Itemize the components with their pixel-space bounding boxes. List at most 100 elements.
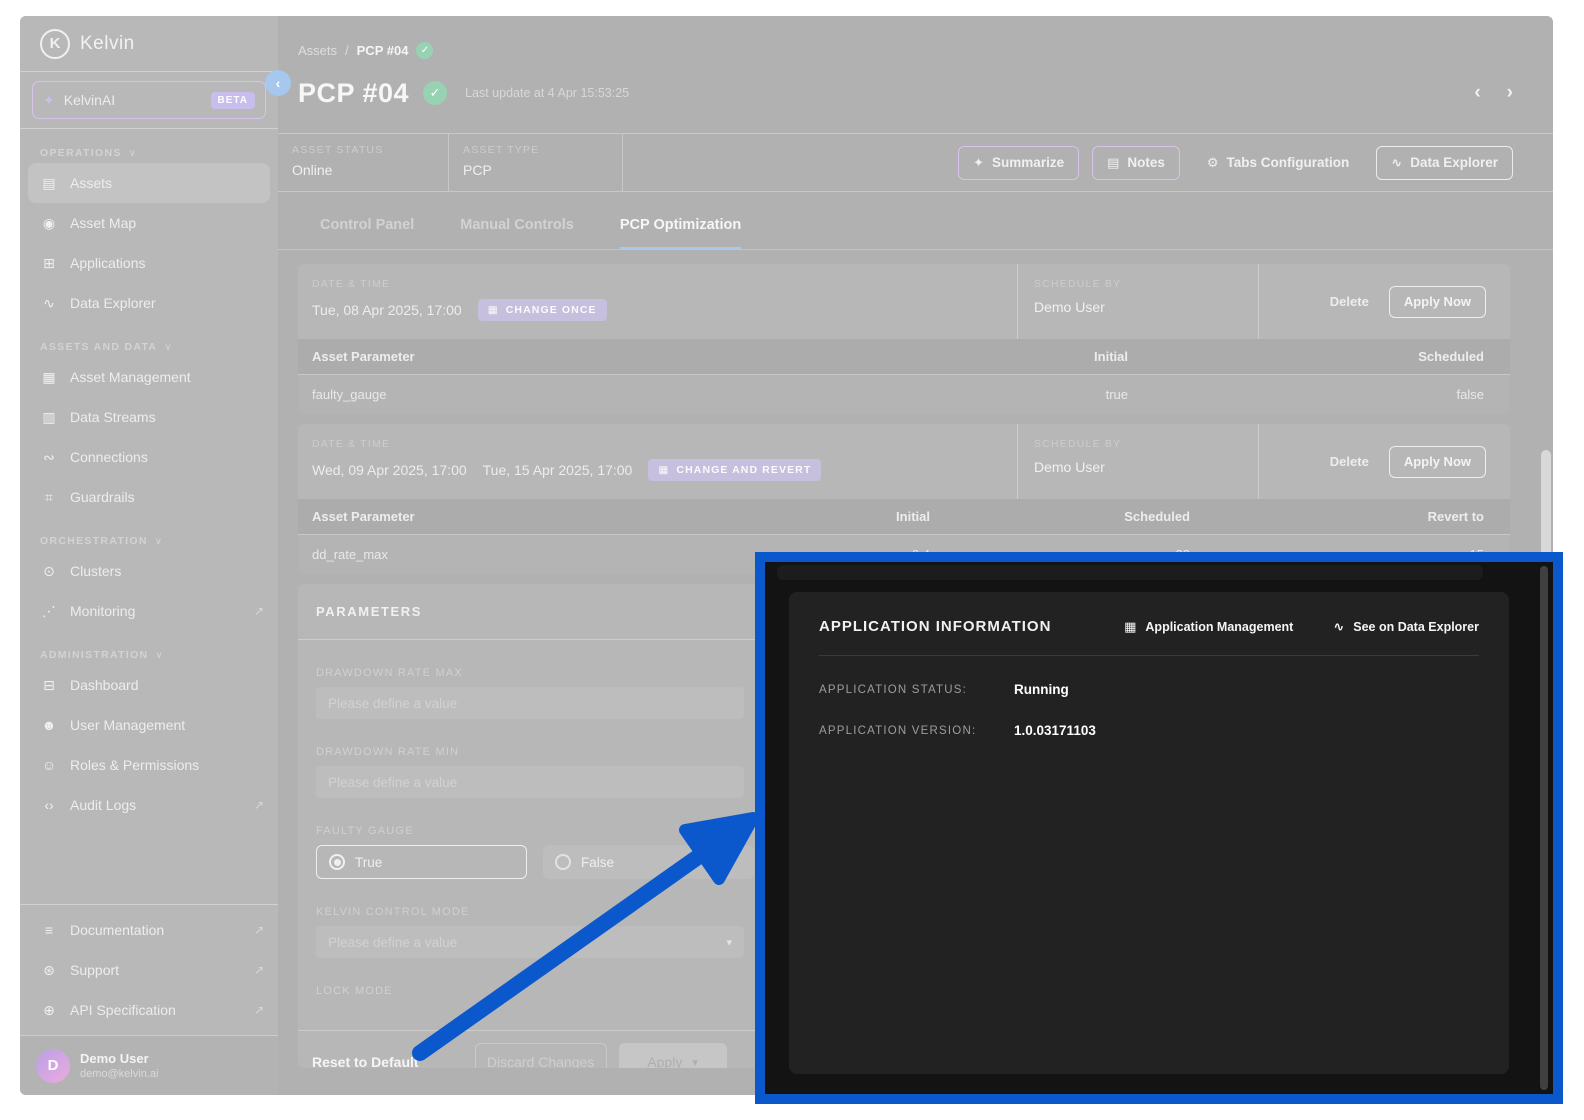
audit-logs-icon: ‹› xyxy=(40,797,58,813)
documentation-icon: ≡ xyxy=(40,922,58,938)
next-asset-button[interactable]: › xyxy=(1507,82,1513,104)
tab-control-panel[interactable]: Control Panel xyxy=(320,217,414,250)
sidebar-item-user-management[interactable]: ☻User Management xyxy=(20,705,278,745)
popup-scrollbar-thumb[interactable] xyxy=(1540,566,1548,1090)
sidebar-item-assets[interactable]: ▤Assets xyxy=(28,163,270,203)
delete-button[interactable]: Delete xyxy=(1330,294,1369,309)
sidebar-item-audit-logs[interactable]: ‹›Audit Logs↗ xyxy=(20,785,278,825)
data-explorer-button[interactable]: ∿ Data Explorer xyxy=(1376,146,1513,180)
prev-asset-button[interactable]: ‹ xyxy=(1474,82,1480,104)
tab-manual-controls[interactable]: Manual Controls xyxy=(460,217,574,250)
user-profile[interactable]: D Demo User demo@kelvin.ai xyxy=(20,1035,278,1095)
sidebar-item-data-explorer[interactable]: ∿ Data Explorer xyxy=(20,283,278,323)
sidebar-section-operations[interactable]: OPERATIONS∨ xyxy=(20,129,278,163)
drawdown-rate-min-input[interactable]: Please define a value xyxy=(316,766,744,798)
popup-link-see-on-data-explorer[interactable]: ∿See on Data Explorer xyxy=(1333,619,1479,635)
sidebar-item-documentation[interactable]: ≡Documentation↗ xyxy=(20,910,278,950)
sidebar-item-label: Asset Management xyxy=(70,369,191,385)
sidebar-spacer xyxy=(20,825,278,904)
tab-bar: Control Panel Manual Controls PCP Optimiza… xyxy=(278,192,1553,250)
sidebar-item-label: Dashboard xyxy=(70,677,139,693)
data-explorer-label: Data Explorer xyxy=(1410,155,1498,170)
asset-map-icon: ◉ xyxy=(40,215,58,232)
drawdown-rate-max-input[interactable]: Please define a value xyxy=(316,687,744,719)
schedule-by-block: SCHEDULE BY Demo User xyxy=(1017,264,1258,339)
sidebar-item-support[interactable]: ⊛Support↗ xyxy=(20,950,278,990)
radio-option-false[interactable]: False xyxy=(543,845,754,879)
breadcrumb-root[interactable]: Assets xyxy=(298,43,337,58)
user-email: demo@kelvin.ai xyxy=(80,1068,158,1080)
popup-header: APPLICATION INFORMATION ▦Application Man… xyxy=(819,618,1479,635)
sidebar-item-label: Monitoring xyxy=(70,603,135,619)
sidebar-item-label: Data Explorer xyxy=(70,295,156,311)
user-name: Demo User xyxy=(80,1051,158,1066)
data-explorer-icon: ∿ xyxy=(40,295,58,312)
sidebar-item-monitoring[interactable]: ⋰Monitoring↗ xyxy=(20,591,278,631)
caret-down-icon: ▾ xyxy=(726,936,732,949)
guardrails-icon: ⌗ xyxy=(40,489,58,506)
notes-icon: ▤ xyxy=(1107,155,1119,171)
tab-pcp-optimization[interactable]: PCP Optimization xyxy=(620,217,741,250)
apply-button[interactable]: Apply ▾ xyxy=(619,1043,727,1068)
sidebar-item-label: Guardrails xyxy=(70,489,135,505)
support-icon: ⊛ xyxy=(40,962,58,979)
schedule-table-header: Asset ParameterInitialScheduled xyxy=(298,339,1510,374)
apply-now-button[interactable]: Apply Now xyxy=(1389,446,1486,478)
tabs-configuration-button[interactable]: ⚙ Tabs Configuration xyxy=(1193,146,1363,180)
popup-link-label: Application Management xyxy=(1145,620,1293,634)
sidebar-item-data-streams[interactable]: ▥Data Streams xyxy=(20,397,278,437)
schedule-by-value: Demo User xyxy=(1034,299,1258,315)
dashboard-icon: ⊟ xyxy=(40,677,58,694)
sidebar-item-asset-management[interactable]: ▦ Asset Management xyxy=(20,357,278,397)
popup-title: APPLICATION INFORMATION xyxy=(819,618,1051,635)
column-header: Revert to xyxy=(1190,509,1484,524)
gear-icon: ⚙ xyxy=(1207,155,1219,171)
radio-option-true[interactable]: True xyxy=(316,845,527,879)
last-update: Last update at 4 Apr 15:53:25 xyxy=(465,86,629,100)
sidebar-item-label: User Management xyxy=(70,717,185,733)
delete-button[interactable]: Delete xyxy=(1330,454,1369,469)
sidebar-item-guardrails[interactable]: ⌗ Guardrails xyxy=(20,477,278,517)
sidebar-item-applications[interactable]: ⊞Applications xyxy=(20,243,278,283)
monitoring-icon: ⋰ xyxy=(40,603,58,620)
sidebar-item-asset-map[interactable]: ◉Asset Map xyxy=(20,203,278,243)
schedule-datetime-block: DATE & TIMETue, 08 Apr 2025, 17:00▦CHANG… xyxy=(298,264,1017,339)
sidebar-item-clusters[interactable]: ⊙Clusters xyxy=(20,551,278,591)
radio-option-label: False xyxy=(581,855,614,870)
chevron-down-icon: ∨ xyxy=(155,650,164,661)
notes-label: Notes xyxy=(1127,155,1165,170)
summarize-button[interactable]: ✦ Summarize xyxy=(958,146,1079,180)
reset-to-default-button[interactable]: Reset to Default xyxy=(312,1054,419,1068)
datetime-values: Wed, 09 Apr 2025, 17:00Tue, 15 Apr 2025,… xyxy=(312,459,1017,481)
divider xyxy=(819,655,1479,656)
apply-now-button[interactable]: Apply Now xyxy=(1389,286,1486,318)
schedule-by-label: SCHEDULE BY xyxy=(1034,278,1258,290)
kelvin-control-mode-select[interactable]: Please define a value▾ xyxy=(316,926,744,958)
schedule-datetime-block: DATE & TIMEWed, 09 Apr 2025, 17:00Tue, 1… xyxy=(298,424,1017,499)
sidebar-collapse-button[interactable]: ‹ xyxy=(265,70,291,96)
popup-link-application-management[interactable]: ▦Application Management xyxy=(1124,619,1293,635)
discard-changes-button[interactable]: Discard Changes xyxy=(475,1043,607,1068)
asset-management-icon: ▦ xyxy=(40,369,58,386)
column-header: Scheduled xyxy=(930,509,1190,524)
summarize-label: Summarize xyxy=(992,155,1064,170)
sidebar-section-assets-and-data[interactable]: ASSETS AND DATA∨ xyxy=(20,323,278,357)
sidebar-sections: OPERATIONS∨▤Assets◉Asset Map⊞Application… xyxy=(20,129,278,825)
sidebar-item-dashboard[interactable]: ⊟ Dashboard xyxy=(20,665,278,705)
sidebar-item-label: Applications xyxy=(70,255,146,271)
application-information-popup: APPLICATION INFORMATION ▦Application Man… xyxy=(755,552,1563,1104)
beta-badge: BETA xyxy=(211,92,255,109)
sidebar-item-connections[interactable]: ∾Connections xyxy=(20,437,278,477)
schedule-type-badge: ▦CHANGE ONCE xyxy=(478,299,607,321)
sidebar-section-administration[interactable]: ADMINISTRATION∨ xyxy=(20,631,278,665)
datetime-value: Tue, 15 Apr 2025, 17:00 xyxy=(483,462,633,478)
sidebar-section-orchestration[interactable]: ORCHESTRATION∨ xyxy=(20,517,278,551)
sidebar-item-label: Clusters xyxy=(70,563,121,579)
page-title: PCP #04 xyxy=(298,78,409,109)
external-link-icon: ↗ xyxy=(254,798,264,812)
sidebar-item-kelvinai[interactable]: ✦ KelvinAI BETA xyxy=(32,81,266,119)
sidebar-item-roles-permissions[interactable]: ☺Roles & Permissions xyxy=(20,745,278,785)
notes-button[interactable]: ▤ Notes xyxy=(1092,146,1180,180)
kelvinai-wrap: ✦ KelvinAI BETA xyxy=(20,72,278,129)
sidebar-item-api-specification[interactable]: ⊕API Specification↗ xyxy=(20,990,278,1030)
